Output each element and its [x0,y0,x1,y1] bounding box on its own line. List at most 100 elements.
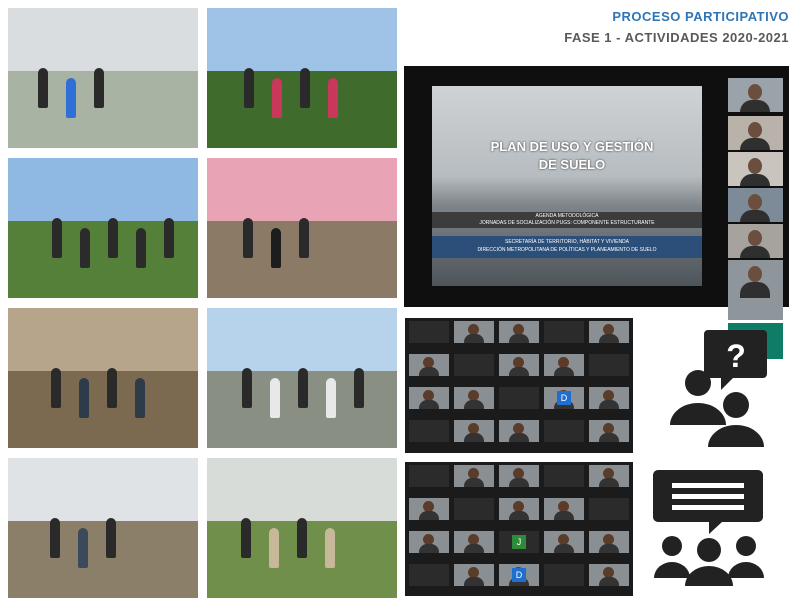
person-figure [135,378,145,418]
person-figure [270,378,280,418]
person-figure [326,378,336,418]
event-photo [8,308,198,448]
person-figure [298,368,308,408]
participant-video [728,78,783,112]
participant-tile [544,531,584,553]
participant-tile [409,387,449,409]
person-figure [242,368,252,408]
slide-org-line1: SECRETARÍA DE TERRITORIO, HÁBITAT Y VIVI… [504,239,629,245]
event-photo [8,158,198,298]
event-photo [207,308,397,448]
participant-tile [454,564,494,586]
person-figure [164,218,174,258]
person-figure [79,378,89,418]
participant-tile [409,564,449,586]
person-figure [52,218,62,258]
participant-tile [454,498,494,520]
person-figure [66,78,76,118]
participant-tile [409,354,449,376]
participant-tile [589,420,629,442]
slide-title-line1: PLAN DE USO Y GESTIÓN [490,139,654,154]
event-photo [207,458,397,598]
slide-agenda-line1: AGENDA METODOLÓGICA [535,213,599,219]
participant-tile [409,465,449,487]
participant-tile [499,420,539,442]
page-title: PROCESO PARTICIPATIVO [612,9,789,24]
person-figure [328,78,338,118]
participant-tile [544,465,584,487]
participant-tile [589,387,629,409]
slide-agenda-line2: JORNADAS DE SOCIALIZACIÓN PUGS: COMPONEN… [479,220,655,226]
participant-tile [409,321,449,343]
participant-tile [409,420,449,442]
participant-video [728,260,783,320]
participant-tile [499,387,539,409]
participant-video [728,224,783,258]
participant-tile [589,531,629,553]
person-figure [51,368,61,408]
participant-video [728,116,783,150]
participant-tile [499,465,539,487]
event-photo [207,158,397,298]
person-figure [271,228,281,268]
participant-tile [544,498,584,520]
participant-tile [454,420,494,442]
participant-video [728,152,783,186]
participant-tile [454,354,494,376]
participant-tile [499,321,539,343]
person-figure [50,518,60,558]
person-figure [297,518,307,558]
person-figure [108,218,118,258]
slide-title-line2: DE SUELO [538,157,606,172]
participant-initial-icon: D [512,568,526,582]
group-chat-icon [653,470,764,586]
participant-tile [589,564,629,586]
participant-tile [454,321,494,343]
participant-tile [409,531,449,553]
person-figure [272,78,282,118]
participant-initial-icon: J [512,535,526,549]
question-discussion-icon: ? [670,330,767,447]
participant-tile [454,531,494,553]
svg-text:?: ? [726,338,746,374]
video-call-grid: D [405,318,633,453]
participant-tile [544,564,584,586]
participant-tile [589,321,629,343]
person-figure [78,528,88,568]
person-figure [244,68,254,108]
participant-tile [454,387,494,409]
person-figure [354,368,364,408]
participant-video [728,188,783,222]
participant-initial-icon: D [557,391,571,405]
participant-tile [589,465,629,487]
person-figure [106,518,116,558]
person-figure [269,528,279,568]
slide-org-line2: DIRECCIÓN METROPOLITANA DE POLÍTICAS Y P… [477,247,657,253]
presentation-slide: PLAN DE USO Y GESTIÓN DE SUELO AGENDA ME… [432,86,702,286]
participant-tile [544,354,584,376]
person-figure [94,68,104,108]
person-figure [243,218,253,258]
video-call-grid: JD [405,462,633,596]
participant-tile [544,420,584,442]
video-call-screen: PLAN DE USO Y GESTIÓN DE SUELO AGENDA ME… [404,66,789,359]
page-subtitle: FASE 1 - ACTIVIDADES 2020-2021 [564,30,789,45]
participant-tile [499,498,539,520]
person-figure [241,518,251,558]
participant-tile [589,354,629,376]
slide-org-band: SECRETARÍA DE TERRITORIO, HÁBITAT Y VIVI… [432,236,702,258]
person-figure [136,228,146,268]
person-figure [325,528,335,568]
person-figure [300,68,310,108]
slide-title: PLAN DE USO Y GESTIÓN DE SUELO [472,138,672,174]
person-figure [38,68,48,108]
participant-tile [544,321,584,343]
participant-tile [499,354,539,376]
slide-agenda-band: AGENDA METODOLÓGICA JORNADAS DE SOCIALIZ… [432,212,702,228]
person-figure [299,218,309,258]
event-photo [8,8,198,148]
participant-tile [409,498,449,520]
person-figure [107,368,117,408]
participant-tile [589,498,629,520]
participant-tile [454,465,494,487]
